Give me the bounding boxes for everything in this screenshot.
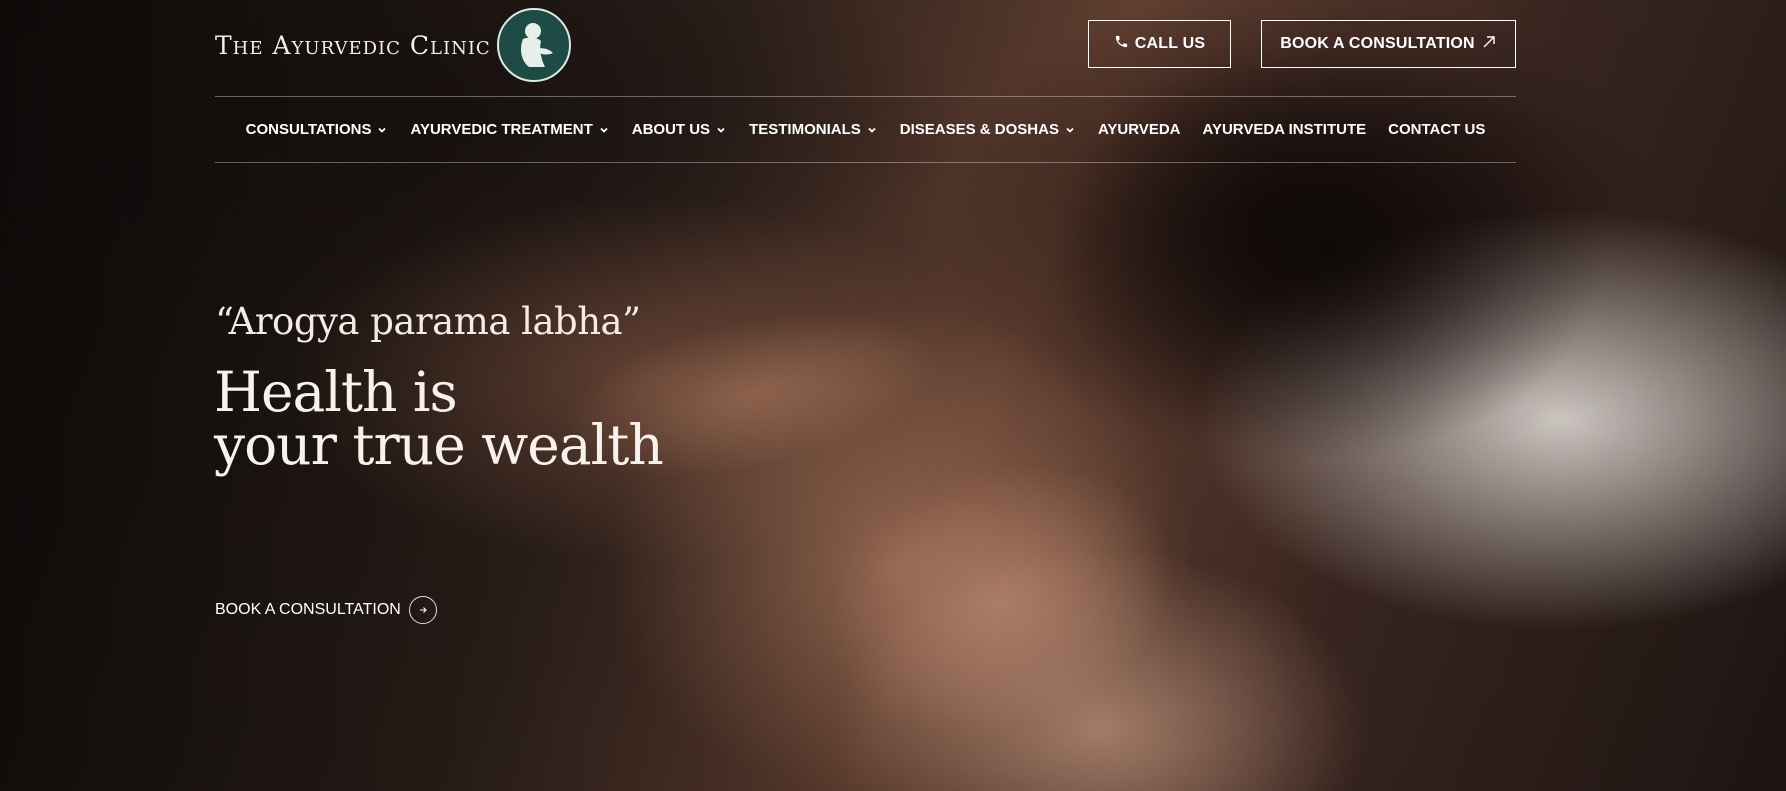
call-us-button[interactable]: CALL US — [1088, 20, 1231, 68]
call-us-label: CALL US — [1134, 35, 1206, 52]
chevron-down-icon — [868, 127, 876, 133]
logo-emblem-icon — [496, 8, 571, 82]
chevron-down-icon — [378, 127, 387, 133]
nav-item-testimonials[interactable]: TESTIMONIALS — [749, 121, 878, 138]
nav-divider-bottom — [215, 162, 1516, 163]
nav-item-ayurveda-institute[interactable]: AYURVEDA INSTITUTE — [1202, 121, 1366, 138]
book-consultation-cta[interactable]: BOOK A CONSULTATION — [215, 596, 437, 624]
hero-headline-line-2: your true wealth — [214, 413, 664, 477]
nav-label: AYURVEDA INSTITUTE — [1202, 121, 1367, 138]
nav-label: CONTACT US — [1388, 121, 1486, 138]
nav-item-contact-us[interactable]: CONTACT US — [1388, 121, 1485, 138]
hero-headline-line-1: Health is — [214, 360, 458, 424]
nav-item-about-us[interactable]: ABOUT US — [632, 121, 727, 138]
cta-label: BOOK A CONSULTATION — [215, 601, 401, 618]
nav-label: AYURVEDIC TREATMENT — [410, 121, 593, 138]
chevron-down-icon — [717, 127, 725, 133]
main-nav: CONSULTATIONS AYURVEDIC TREATMENT ABOUT … — [215, 97, 1516, 162]
nav-label: AYURVEDA — [1097, 121, 1181, 138]
nav-label: CONSULTATIONS — [245, 121, 372, 138]
nav-item-diseases-doshas[interactable]: DISEASES & DOSHAS — [900, 121, 1076, 138]
book-consultation-header-button[interactable]: BOOK A CONSULTATION — [1261, 20, 1516, 68]
hero-headline: Health is your true wealth — [214, 360, 664, 477]
nav-item-ayurvedic-treatment[interactable]: AYURVEDIC TREATMENT — [410, 121, 609, 138]
nav-label: ABOUT US — [631, 121, 711, 138]
nav-label: TESTIMONIALS — [749, 121, 861, 138]
site-logo[interactable]: The Ayurvedic Clinic — [215, 8, 571, 82]
phone-icon — [1114, 34, 1129, 54]
chevron-down-icon — [600, 127, 608, 133]
arrow-right-icon — [408, 596, 437, 624]
book-consultation-label: BOOK A CONSULTATION — [1280, 35, 1475, 52]
hero-quote: “Arogya parama labha” — [215, 300, 641, 343]
nav-label: DISEASES & DOSHAS — [899, 121, 1059, 138]
arrow-up-right-icon — [1481, 34, 1497, 55]
logo-text: The Ayurvedic Clinic — [215, 30, 491, 60]
nav-item-consultations[interactable]: CONSULTATIONS — [246, 121, 389, 138]
chevron-down-icon — [1066, 127, 1074, 133]
nav-item-ayurveda[interactable]: AYURVEDA — [1098, 121, 1181, 138]
